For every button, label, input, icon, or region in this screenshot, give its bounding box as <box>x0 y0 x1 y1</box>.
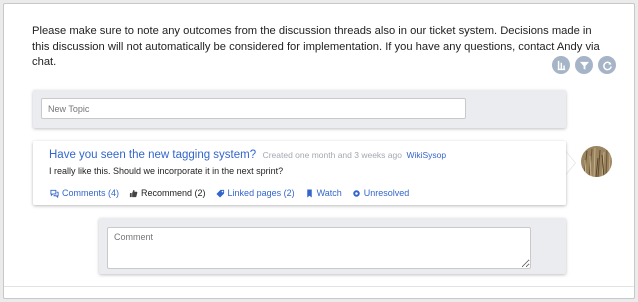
new-topic-panel <box>33 90 566 128</box>
unresolved-action[interactable]: Unresolved <box>352 188 410 198</box>
avatar-image <box>581 146 612 177</box>
sort-icon <box>557 60 565 70</box>
refresh-icon <box>602 61 612 70</box>
refresh-button[interactable] <box>598 56 616 74</box>
comments-action[interactable]: Comments (4) <box>50 188 119 198</box>
unresolved-label: Unresolved <box>363 188 410 198</box>
status-gear-icon <box>353 189 360 197</box>
topic-author-link[interactable]: WikiSysop <box>406 150 446 160</box>
topic-actions: Comments (4) Recommend (2) Linked pages … <box>50 188 409 198</box>
recommend-label: Recommend (2) <box>141 188 206 198</box>
discussion-notice: Please make sure to note any outcomes fr… <box>32 25 600 68</box>
filter-button[interactable] <box>575 56 593 74</box>
topic-title[interactable]: Have you seen the new tagging system? <box>49 149 256 161</box>
linked-pages-label: Linked pages (2) <box>227 188 295 198</box>
thumbs-up-icon <box>129 189 138 197</box>
tag-icon <box>215 189 224 198</box>
topic-created-meta: Created one month and 3 weeks ago <box>262 150 402 160</box>
topic-header: Have you seen the new tagging system? Cr… <box>49 145 446 163</box>
author-avatar[interactable] <box>581 146 612 177</box>
discussion-toolbar <box>552 56 616 74</box>
recommend-action[interactable]: Recommend (2) <box>129 188 206 198</box>
topic-card: Have you seen the new tagging system? Cr… <box>33 141 566 205</box>
comments-icon <box>50 189 59 198</box>
linked-pages-action[interactable]: Linked pages (2) <box>215 188 295 198</box>
topic-body: I really like this. Should we incorporat… <box>49 166 284 176</box>
footer-divider <box>4 286 634 287</box>
watch-action[interactable]: Watch <box>305 188 342 198</box>
bookmark-icon <box>306 188 312 198</box>
watch-label: Watch <box>316 188 342 198</box>
comment-input[interactable] <box>107 227 531 269</box>
comments-label: Comments (4) <box>62 188 120 198</box>
new-topic-input[interactable] <box>41 98 466 119</box>
filter-icon <box>579 61 589 70</box>
sort-button[interactable] <box>552 56 570 74</box>
comment-panel <box>99 218 566 274</box>
topic-pointer-fill <box>566 152 575 174</box>
